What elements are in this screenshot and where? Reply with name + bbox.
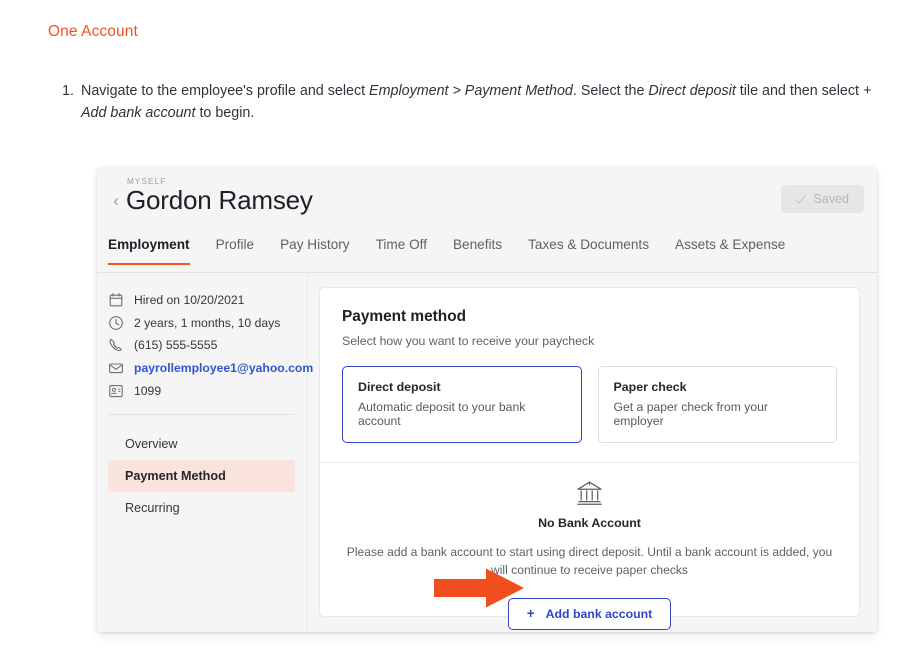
phone-icon — [108, 337, 124, 353]
panel-subtitle: Select how you want to receive your payc… — [342, 334, 837, 348]
sidebar-divider — [109, 414, 294, 415]
plain-text: tile and then select — [736, 83, 863, 99]
payment-tile-direct-deposit[interactable]: Direct deposit Automatic deposit to your … — [342, 366, 582, 443]
sidebar-item-payment-method[interactable]: Payment Method — [108, 460, 295, 492]
step-text: Navigate to the employee's profile and s… — [81, 80, 888, 124]
tile-description: Get a paper check from your employer — [614, 400, 822, 428]
meta-row: (615) 555-5555 — [108, 334, 307, 357]
saved-button[interactable]: Saved — [781, 185, 864, 213]
clock-icon — [108, 315, 124, 331]
calendar-icon — [108, 292, 124, 308]
bank-icon — [576, 481, 603, 506]
tab-pay-history[interactable]: Pay History — [280, 237, 350, 263]
employee-name: Gordon Ramsey — [126, 185, 313, 216]
meta-row: 2 years, 1 months, 10 days — [108, 312, 307, 335]
payment-method-panel: Payment method Select how you want to re… — [319, 287, 860, 617]
tab-employment[interactable]: Employment — [108, 237, 190, 265]
chevron-left-icon[interactable]: ‹ — [108, 193, 124, 209]
meta-row: 1099 — [108, 379, 307, 402]
envelope-icon — [108, 360, 124, 376]
tab-assets-expense[interactable]: Assets & Expense — [675, 237, 785, 263]
emphasis-text: Direct deposit — [648, 83, 735, 99]
plus-icon: + — [527, 607, 535, 621]
tab-bar: Employment Profile Pay History Time Off Bene… — [97, 237, 877, 273]
plain-text: to begin. — [195, 105, 254, 121]
tile-title: Paper check — [614, 380, 822, 394]
tab-profile[interactable]: Profile — [216, 237, 255, 263]
meta-row[interactable]: payrollemployee1@yahoo.com — [108, 357, 307, 380]
emphasis-text: Employment > Payment Method — [369, 83, 573, 99]
meta-row: Hired on 10/20/2021 — [108, 289, 307, 312]
step-number: 1. — [48, 80, 81, 102]
page-title: One Account — [48, 23, 138, 41]
check-icon — [794, 193, 807, 206]
list-item: 1. Navigate to the employee's profile an… — [48, 80, 888, 124]
tile-description: Automatic deposit to your bank account — [358, 400, 566, 428]
card-body: Hired on 10/20/2021 2 years, 1 months, 10… — [97, 273, 877, 632]
sidebar-item-overview[interactable]: Overview — [108, 428, 295, 460]
meta-text[interactable]: payrollemployee1@yahoo.com — [134, 361, 313, 375]
id-badge-icon — [108, 383, 124, 399]
tab-benefits[interactable]: Benefits — [453, 237, 502, 263]
tab-time-off[interactable]: Time Off — [376, 237, 427, 263]
payment-method-tiles: Direct deposit Automatic deposit to your … — [342, 366, 837, 443]
app-screenshot-card: ‹ MYSELF Gordon Ramsey Saved EmploymentP… — [97, 167, 877, 632]
meta-text: 1099 — [134, 384, 161, 398]
payment-tile-paper-check[interactable]: Paper check Get a paper check from your e… — [598, 366, 838, 443]
plain-text: Navigate to the employee's profile and s… — [81, 83, 369, 99]
tile-title: Direct deposit — [358, 380, 566, 394]
meta-text: (615) 555-5555 — [134, 338, 217, 352]
empty-state-title: No Bank Account — [342, 516, 837, 530]
card-header: ‹ MYSELF Gordon Ramsey Saved EmploymentP… — [97, 167, 877, 273]
panel-title: Payment method — [342, 308, 837, 326]
empty-state: No Bank Account Please add a bank accoun… — [342, 463, 837, 630]
saved-label: Saved — [814, 192, 849, 206]
meta-text: Hired on 10/20/2021 — [134, 293, 244, 307]
plain-text: . Select the — [573, 83, 649, 99]
employee-meta-list: Hired on 10/20/2021 2 years, 1 months, 10… — [108, 289, 307, 402]
empty-state-description: Please add a bank account to start using… — [342, 543, 837, 579]
sidebar-item-recurring[interactable]: Recurring — [108, 492, 295, 524]
tab-taxes-documents[interactable]: Taxes & Documents — [528, 237, 649, 263]
add-bank-account-button[interactable]: + Add bank account — [508, 598, 671, 630]
main-content: Payment method Select how you want to re… — [308, 273, 877, 632]
sidebar-nav: OverviewPayment MethodRecurring — [108, 428, 307, 524]
add-bank-account-label: Add bank account — [546, 607, 653, 621]
employee-sidebar: Hired on 10/20/2021 2 years, 1 months, 10… — [97, 273, 308, 632]
steps-list: 1. Navigate to the employee's profile an… — [48, 80, 888, 124]
meta-text: 2 years, 1 months, 10 days — [134, 316, 280, 330]
